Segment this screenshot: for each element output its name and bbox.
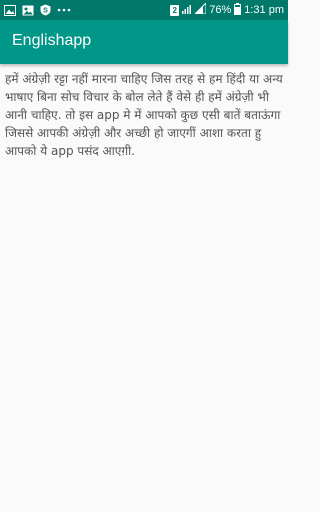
clock: 1:31 pm xyxy=(244,4,284,16)
data-signal-icon xyxy=(182,3,192,17)
battery-icon xyxy=(234,2,242,18)
system-status: 2 76% 1:31 pm xyxy=(167,1,284,18)
body-text: हमें अंग्रेज़ी रट्टा नहीं मारना चाहिए जि… xyxy=(5,72,283,158)
app-bar: Englishapp xyxy=(0,20,288,64)
signal-strength-icon xyxy=(194,1,207,17)
battery-percent: 76% xyxy=(209,4,232,16)
main-content: हमें अंग्रेज़ी रट्टा नहीं मारना चाहिए जि… xyxy=(5,70,283,160)
image-icon xyxy=(4,4,16,16)
photo-icon xyxy=(22,5,34,16)
shield-icon: S xyxy=(40,4,51,16)
app-title: Englishapp xyxy=(12,32,92,49)
notification-icons: S xyxy=(4,3,77,17)
sim-badge: 2 xyxy=(170,4,180,16)
more-dots-icon xyxy=(57,8,71,12)
svg-text:S: S xyxy=(43,8,48,15)
status-bar: S 2 76% 1:31 pm xyxy=(0,0,288,20)
